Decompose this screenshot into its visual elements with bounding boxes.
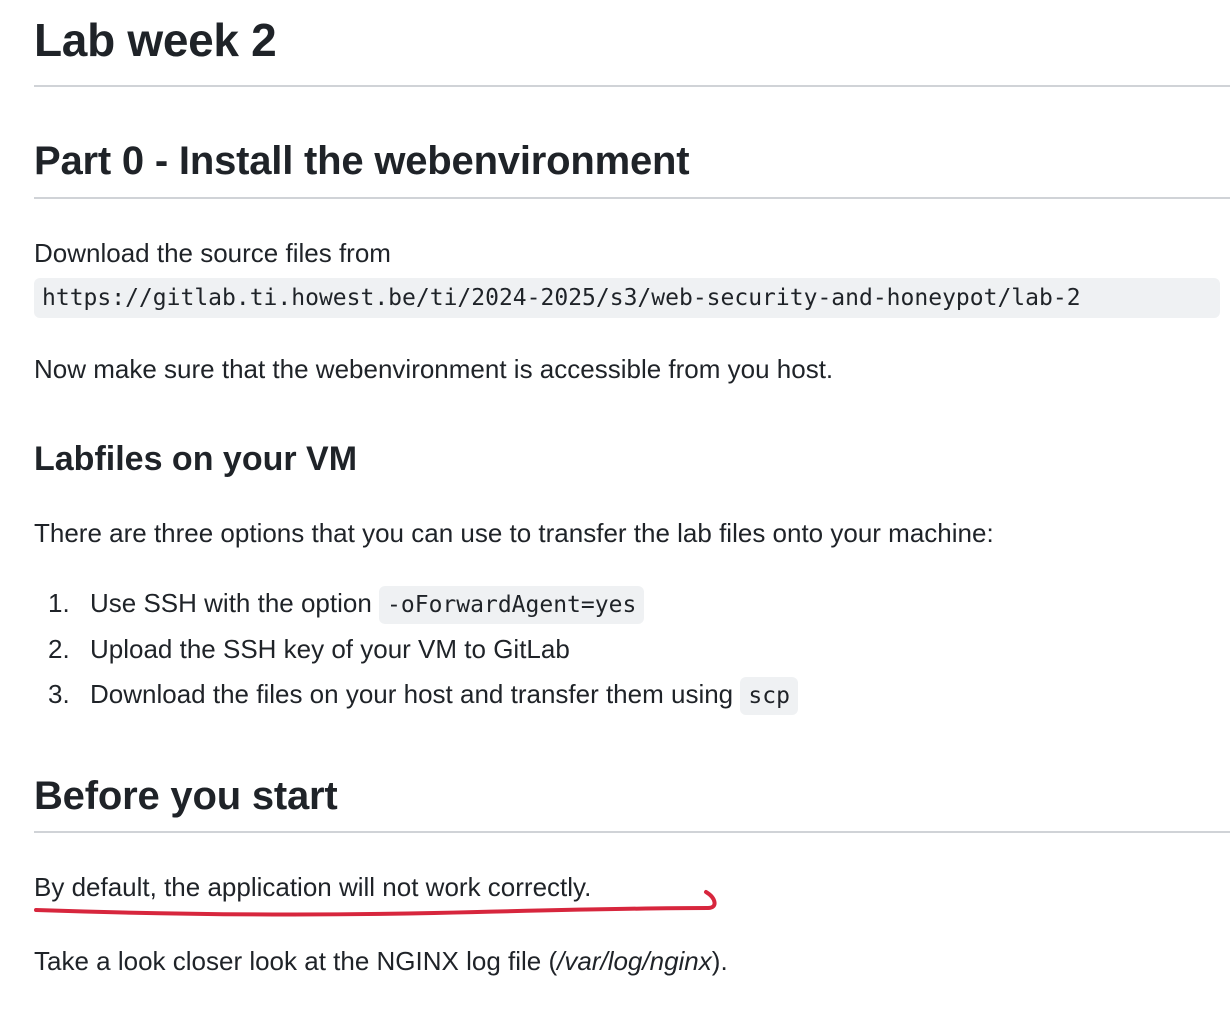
part0-heading: Part 0 - Install the webenvironment — [34, 139, 690, 183]
title-divider — [34, 85, 1230, 87]
inline-code-forward-agent: -oForwardAgent=yes — [379, 586, 645, 624]
list-number: 1. — [48, 588, 70, 618]
red-underline-annotation — [34, 890, 717, 917]
list-text: Use SSH with the option — [90, 588, 372, 618]
labfiles-heading: Labfiles on your VM — [34, 440, 358, 478]
nginx-log-path: /var/log/nginx — [557, 946, 712, 976]
labfiles-intro: There are three options that you can use… — [34, 518, 994, 548]
nginx-log-prefix: Take a look closer look at the NGINX log… — [34, 946, 558, 976]
list-text: Upload the SSH key of your VM to GitLab — [90, 634, 570, 664]
before-heading: Before you start — [34, 774, 338, 818]
before-divider — [34, 831, 1230, 833]
part0-divider — [34, 197, 1230, 199]
accessible-text: Now make sure that the webenvironment is… — [34, 354, 834, 384]
list-text: Download the files on your host and tran… — [90, 679, 734, 709]
inline-code-scp: scp — [740, 677, 798, 715]
list-number: 3. — [48, 679, 70, 709]
list-number: 2. — [48, 634, 70, 664]
download-text: Download the source files from — [34, 238, 391, 268]
source-url-code[interactable]: https://gitlab.ti.howest.be/ti/2024-2025… — [34, 278, 1220, 318]
nginx-log-suffix: ). — [711, 946, 728, 976]
nginx-log-text: Take a look closer look at the NGINX log… — [34, 946, 728, 977]
page-title: Lab week 2 — [34, 14, 277, 66]
